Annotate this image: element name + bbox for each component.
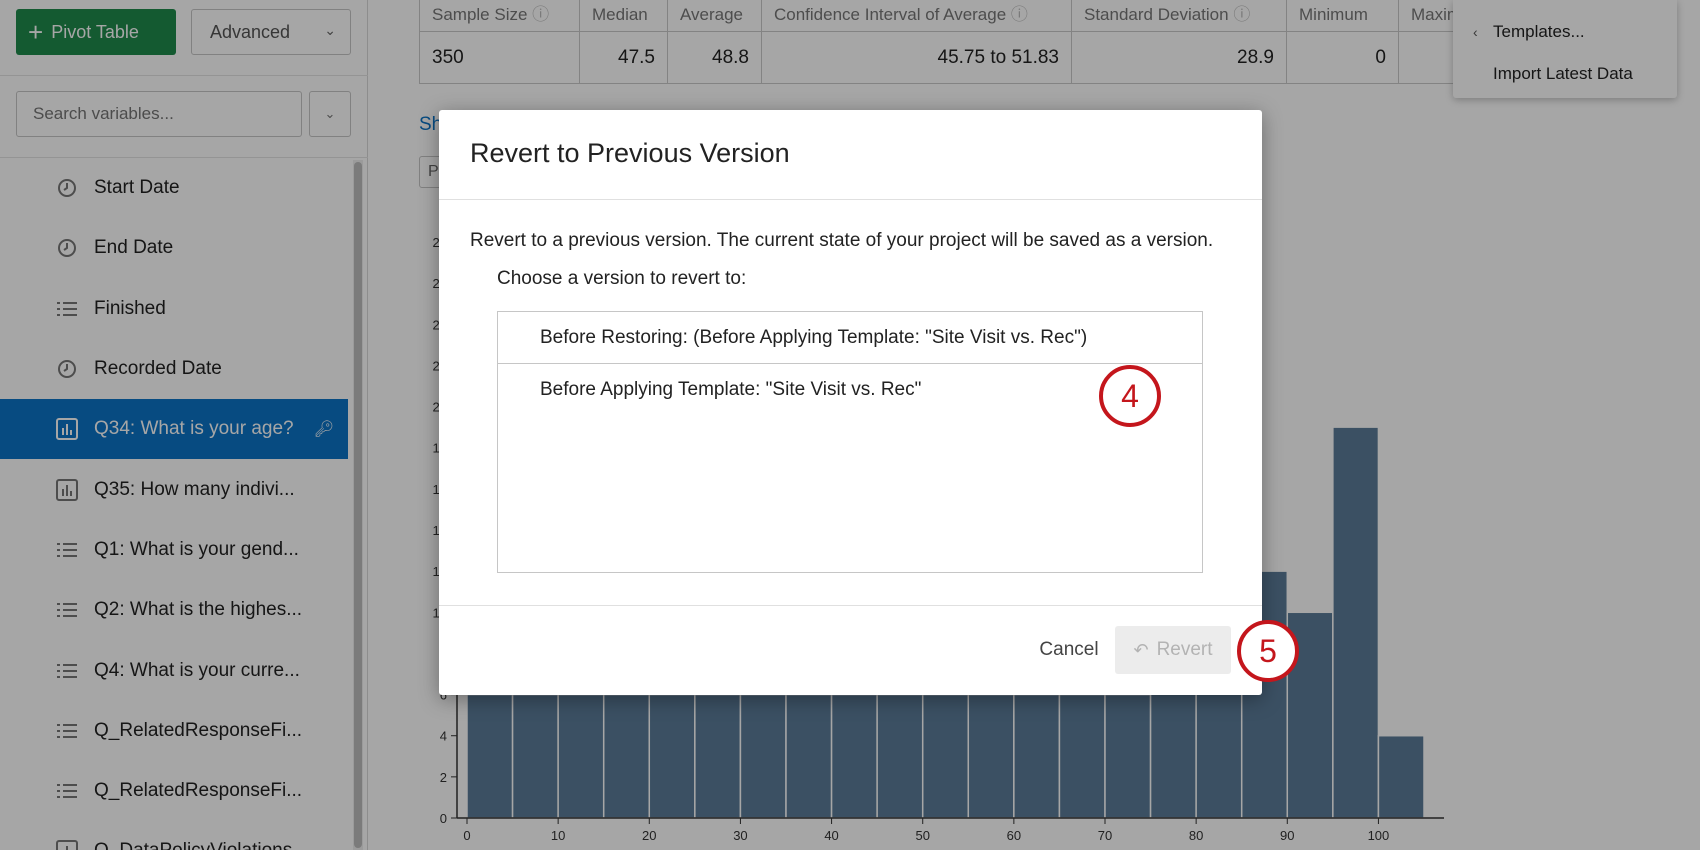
step-callout-5: 5	[1237, 620, 1299, 682]
revert-label: Revert	[1156, 639, 1213, 660]
revert-button[interactable]: ↶ Revert	[1115, 626, 1231, 674]
version-option[interactable]: Before Applying Template: "Site Visit vs…	[498, 364, 1202, 416]
dialog-title: Revert to Previous Version	[470, 138, 790, 168]
undo-icon: ↶	[1133, 639, 1149, 660]
dialog-divider	[439, 605, 1262, 606]
dialog-description: Revert to a previous version. The curren…	[470, 230, 1214, 251]
dialog-divider	[439, 199, 1262, 200]
version-label: Before Applying Template: "Site Visit vs…	[540, 379, 922, 400]
version-list: Before Restoring: (Before Applying Templ…	[497, 311, 1203, 573]
choose-version-label: Choose a version to revert to:	[497, 268, 747, 289]
step-callout-4: 4	[1099, 365, 1161, 427]
version-label: Before Restoring: (Before Applying Templ…	[540, 326, 1088, 348]
cancel-button[interactable]: Cancel	[1029, 626, 1109, 674]
version-option[interactable]: Before Restoring: (Before Applying Templ…	[498, 312, 1202, 364]
